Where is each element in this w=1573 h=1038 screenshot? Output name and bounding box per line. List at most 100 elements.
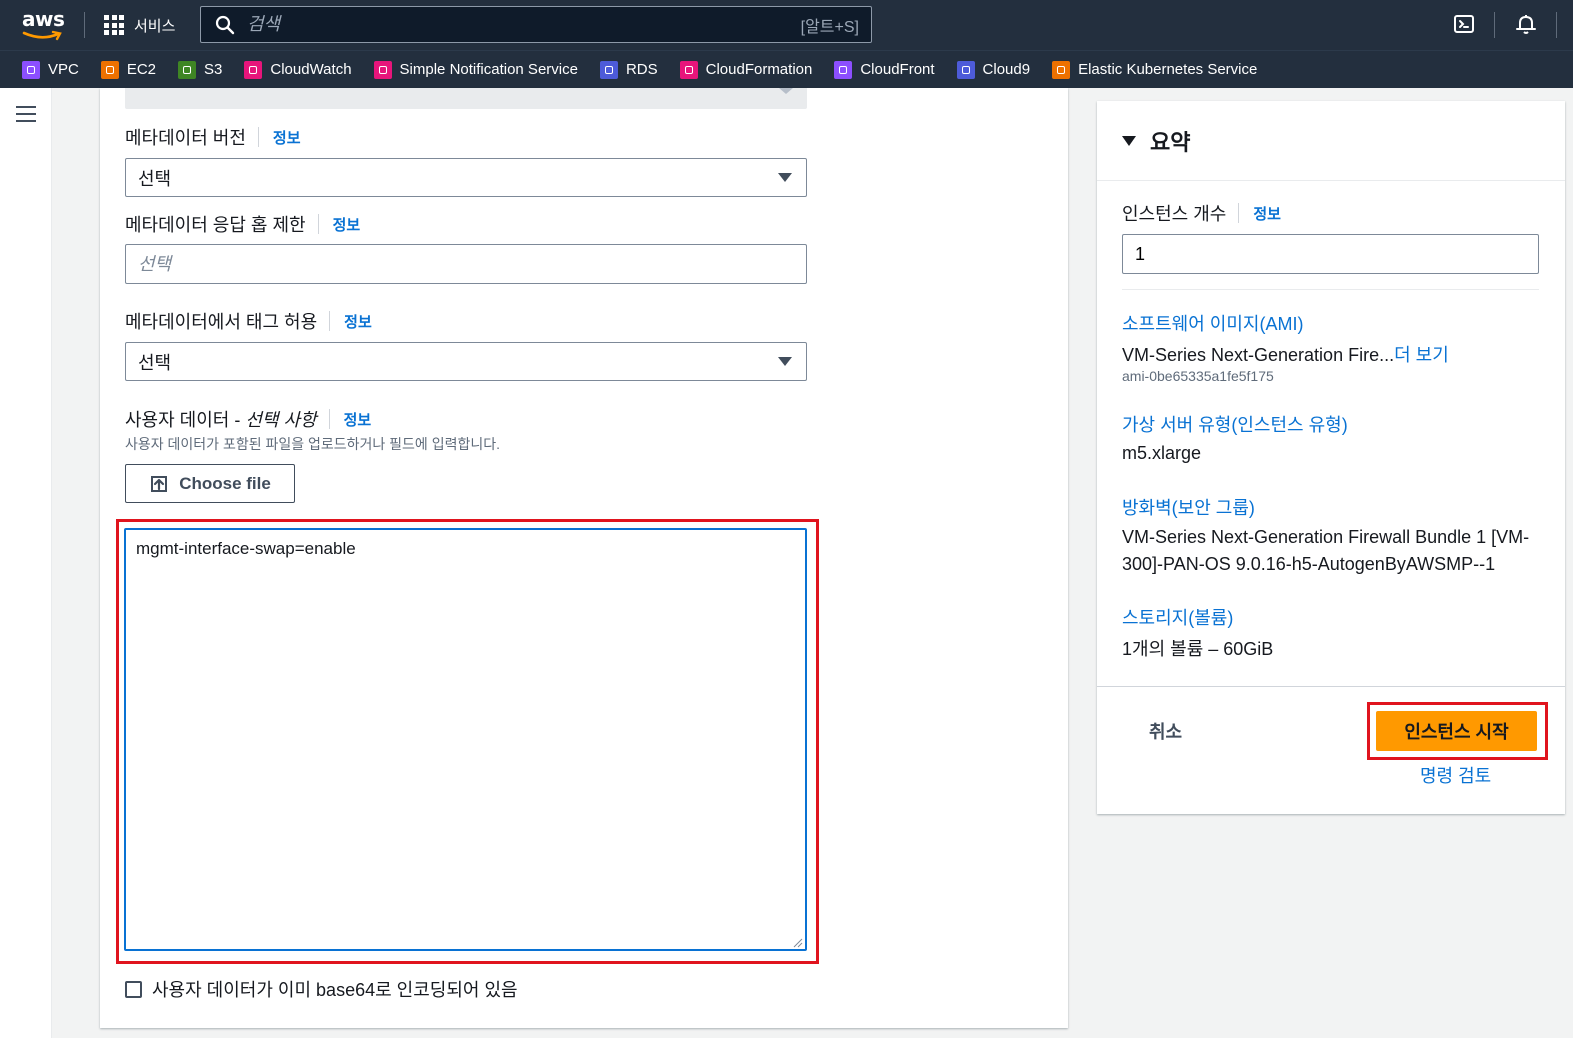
aws-logo-text: aws bbox=[22, 7, 65, 31]
top-navigation: aws 서비스 [알트+S] bbox=[0, 0, 1573, 50]
metadata-tags-select[interactable]: 선택 bbox=[125, 342, 807, 381]
user-data-text: 사용자 데이터 - bbox=[125, 410, 246, 430]
review-commands-link[interactable]: 명령 검토 bbox=[1420, 762, 1491, 788]
vpc-icon bbox=[22, 60, 40, 79]
favorite-cloud9[interactable]: Cloud9 bbox=[956, 60, 1031, 79]
launch-instance-button[interactable]: 인스턴스 시작 bbox=[1376, 711, 1537, 751]
cloudwatch-icon bbox=[244, 60, 263, 79]
user-data-optional-text: 선택 사항 bbox=[245, 410, 317, 430]
aws-smile-icon bbox=[22, 30, 62, 41]
favorite-vpc[interactable]: VPC bbox=[22, 60, 79, 79]
divider bbox=[1122, 289, 1539, 290]
nav-divider bbox=[1494, 12, 1495, 38]
search-icon bbox=[215, 15, 235, 34]
metadata-hop-limit-text: 메타데이터 응답 홉 제한 bbox=[125, 215, 306, 235]
favorite-label: EC2 bbox=[126, 61, 157, 78]
metadata-tags-label: 메타데이터에서 태그 허용 정보 bbox=[125, 308, 372, 334]
security-group-link[interactable]: 방화벽(보안 그룹) bbox=[1122, 494, 1255, 520]
metadata-tags-info-link[interactable]: 정보 bbox=[344, 311, 372, 332]
resize-grip-icon[interactable] bbox=[793, 938, 803, 948]
base64-checkbox[interactable] bbox=[125, 980, 142, 998]
aws-logo[interactable]: aws bbox=[22, 8, 66, 42]
metadata-version-value: 선택 bbox=[138, 168, 172, 189]
caret-down-icon bbox=[778, 173, 792, 182]
favorite-label: VPC bbox=[48, 61, 79, 78]
favorite-ec2[interactable]: EC2 bbox=[100, 60, 157, 79]
instance-count-info-link[interactable]: 정보 bbox=[1253, 203, 1281, 224]
favorite-cloudfront[interactable]: CloudFront bbox=[834, 60, 935, 79]
caret-down-icon bbox=[1122, 135, 1136, 146]
summary-header[interactable]: 요약 bbox=[1097, 101, 1565, 181]
ami-value: VM-Series Next-Generation Fire... bbox=[1122, 345, 1395, 365]
chevron-down-icon bbox=[779, 88, 793, 94]
ami-value-row: VM-Series Next-Generation Fire...더 보기 bbox=[1122, 341, 1449, 367]
caret-down-icon bbox=[778, 357, 792, 366]
user-data-info-link[interactable]: 정보 bbox=[344, 409, 372, 430]
search-input[interactable] bbox=[247, 14, 801, 35]
grid-icon bbox=[104, 15, 124, 35]
user-data-label: 사용자 데이터 - 선택 사항 정보 bbox=[125, 406, 371, 432]
notifications-icon[interactable] bbox=[1514, 12, 1538, 36]
cloudshell-icon[interactable] bbox=[1452, 12, 1476, 36]
favorite-cloudformation[interactable]: CloudFormation bbox=[679, 60, 813, 79]
favorite-sns[interactable]: Simple Notification Service bbox=[373, 60, 578, 79]
favorite-label: Simple Notification Service bbox=[399, 61, 578, 78]
favorite-label: Elastic Kubernetes Service bbox=[1078, 61, 1258, 78]
search-shortcut: [알트+S] bbox=[800, 18, 859, 36]
choose-file-label: Choose file bbox=[179, 473, 271, 493]
storage-value: 1개의 볼륨 – 60GiB bbox=[1122, 639, 1274, 659]
menu-icon[interactable] bbox=[16, 106, 36, 122]
ami-more-link[interactable]: 더 보기 bbox=[1394, 345, 1449, 365]
summary-panel: 요약 인스턴스 개수 정보 소프트웨어 이미지(AMI) VM-Series Ne… bbox=[1097, 101, 1565, 814]
favorite-eks[interactable]: Elastic Kubernetes Service bbox=[1052, 60, 1258, 79]
cloudfront-icon bbox=[834, 60, 853, 79]
cloud9-icon bbox=[956, 60, 975, 79]
nav-divider bbox=[1556, 12, 1557, 38]
s3-icon bbox=[178, 60, 197, 79]
instance-type-link[interactable]: 가상 서버 유형(인스턴스 유형) bbox=[1122, 411, 1348, 437]
metadata-hop-limit-info-link[interactable]: 정보 bbox=[333, 214, 361, 235]
favorite-s3[interactable]: S3 bbox=[178, 60, 223, 79]
eks-icon bbox=[1052, 60, 1071, 79]
rds-icon bbox=[599, 60, 618, 79]
metadata-hop-limit-input[interactable] bbox=[125, 244, 807, 284]
metadata-version-label: 메타데이터 버전 정보 bbox=[125, 124, 301, 150]
ami-id: ami-0be65335a1fe5f175 bbox=[1122, 368, 1274, 384]
favorite-label: Cloud9 bbox=[982, 61, 1031, 78]
cancel-button[interactable]: 취소 bbox=[1149, 718, 1182, 744]
ami-link[interactable]: 소프트웨어 이미지(AMI) bbox=[1122, 310, 1303, 336]
favorite-rds[interactable]: RDS bbox=[599, 60, 658, 79]
favorite-label: CloudFront bbox=[860, 61, 935, 78]
instance-count-text: 인스턴스 개수 bbox=[1122, 204, 1227, 224]
base64-checkbox-row[interactable]: 사용자 데이터가 이미 base64로 인코딩되어 있음 bbox=[125, 976, 518, 1002]
summary-title: 요약 bbox=[1150, 129, 1191, 155]
metadata-version-select[interactable]: 선택 bbox=[125, 158, 807, 197]
disabled-select bbox=[125, 88, 807, 109]
favorite-label: S3 bbox=[204, 61, 223, 78]
sns-icon bbox=[373, 60, 392, 79]
instance-count-input[interactable] bbox=[1122, 234, 1539, 274]
favorite-label: CloudWatch bbox=[270, 61, 352, 78]
divider bbox=[1097, 686, 1565, 687]
metadata-tags-text: 메타데이터에서 태그 허용 bbox=[125, 312, 318, 332]
choose-file-button[interactable]: Choose file bbox=[125, 464, 295, 503]
favorite-label: RDS bbox=[625, 61, 658, 78]
security-group-value: VM-Series Next-Generation Firewall Bundl… bbox=[1122, 527, 1530, 574]
services-label: 서비스 bbox=[134, 17, 176, 35]
instance-count-label: 인스턴스 개수 정보 bbox=[1122, 200, 1281, 226]
metadata-version-info-link[interactable]: 정보 bbox=[273, 127, 301, 148]
favorites-bar: VPC EC2 S3 CloudWatch Simple Notificatio… bbox=[0, 50, 1573, 88]
favorite-cloudwatch[interactable]: CloudWatch bbox=[244, 60, 352, 79]
search-bar[interactable]: [알트+S] bbox=[200, 6, 872, 43]
nav-divider bbox=[84, 12, 85, 38]
instance-type-value: m5.xlarge bbox=[1122, 443, 1202, 463]
user-data-description: 사용자 데이터가 포함된 파일을 업로드하거나 필드에 입력합니다. bbox=[125, 436, 500, 452]
side-navigation-rail bbox=[0, 88, 52, 1038]
services-menu[interactable]: 서비스 bbox=[104, 12, 175, 38]
storage-link[interactable]: 스토리지(볼륨) bbox=[1122, 604, 1233, 630]
favorite-label: CloudFormation bbox=[705, 61, 813, 78]
base64-checkbox-label: 사용자 데이터가 이미 base64로 인코딩되어 있음 bbox=[152, 980, 518, 1000]
cloudformation-icon bbox=[679, 60, 698, 79]
user-data-textarea[interactable] bbox=[124, 528, 807, 951]
ec2-icon bbox=[100, 60, 119, 79]
